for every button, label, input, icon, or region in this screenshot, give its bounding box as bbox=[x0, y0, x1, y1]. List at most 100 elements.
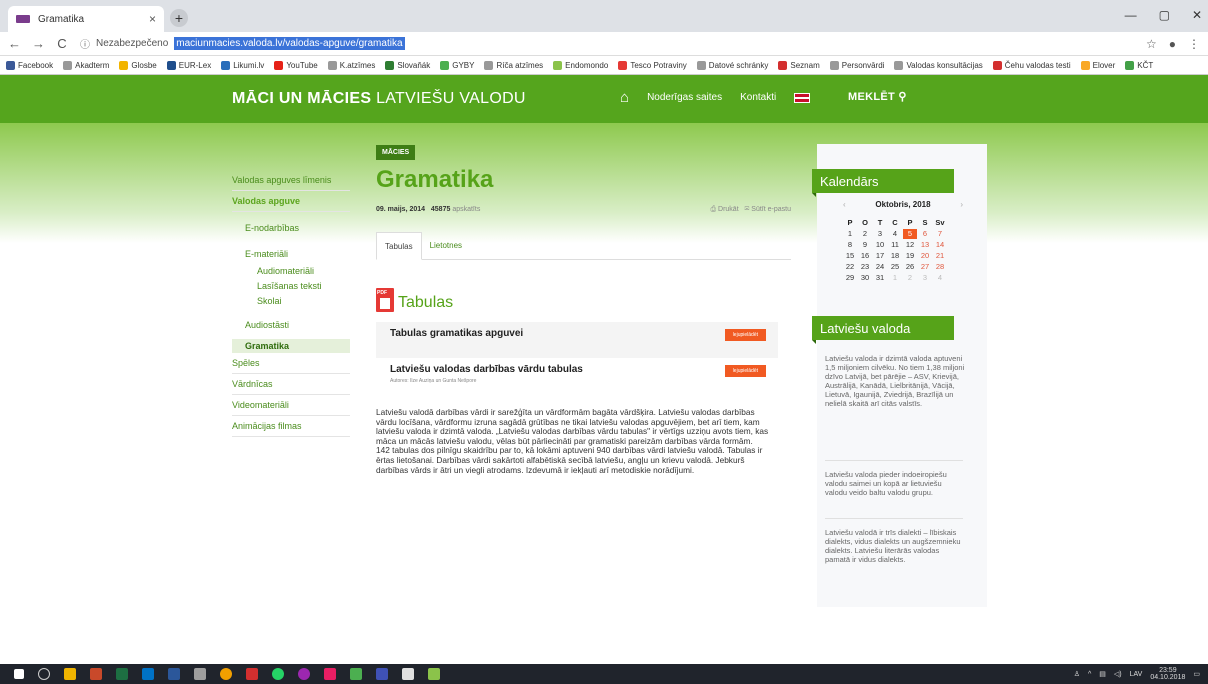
calendar-day[interactable]: 27 bbox=[918, 262, 932, 272]
account-icon[interactable]: ● bbox=[1169, 37, 1176, 51]
nav-e-materials[interactable]: E-materiāli bbox=[232, 244, 350, 264]
bookmark-item[interactable]: Slovaňák bbox=[385, 60, 430, 70]
word-icon[interactable] bbox=[168, 668, 180, 680]
calendar-day[interactable]: 5 bbox=[903, 229, 917, 239]
calendar-day[interactable]: 15 bbox=[843, 251, 857, 261]
language-indicator[interactable]: LAV bbox=[1130, 671, 1143, 678]
mail-icon[interactable]: ✉ bbox=[745, 206, 750, 213]
calendar-day[interactable]: 12 bbox=[903, 240, 917, 250]
calendar-day[interactable]: 17 bbox=[873, 251, 887, 261]
bookmark-star-icon[interactable]: ☆ bbox=[1146, 37, 1157, 51]
calendar-day[interactable]: 6 bbox=[918, 229, 932, 239]
nav-level[interactable]: Valodas apguves līmenis bbox=[232, 170, 350, 191]
nav-audio-stories[interactable]: Audiostāsti bbox=[232, 315, 350, 335]
calendar-day[interactable]: 19 bbox=[903, 251, 917, 261]
reload-icon[interactable]: C bbox=[56, 36, 68, 51]
bookmark-item[interactable]: K.atzīmes bbox=[327, 60, 375, 70]
calendar-day[interactable]: 2 bbox=[858, 229, 872, 239]
calendar-day[interactable]: 10 bbox=[873, 240, 887, 250]
search-button[interactable]: MEKLĒT ⚲ bbox=[848, 90, 907, 103]
calendar-day[interactable]: 3 bbox=[873, 229, 887, 239]
nav-language-learning[interactable]: Valodas apguve bbox=[232, 191, 350, 212]
app-icon[interactable] bbox=[376, 668, 388, 680]
nav-games[interactable]: Spēles bbox=[232, 353, 350, 374]
tab-close-icon[interactable]: × bbox=[149, 12, 156, 26]
close-window-icon[interactable]: ✕ bbox=[1192, 8, 1202, 22]
new-tab-button[interactable]: + bbox=[170, 9, 188, 27]
tab-tables[interactable]: Tabulas bbox=[376, 232, 422, 260]
excel-icon[interactable] bbox=[116, 668, 128, 680]
calendar-day[interactable]: 14 bbox=[933, 240, 947, 250]
calculator-icon[interactable] bbox=[194, 668, 206, 680]
bookmark-item[interactable]: KČT bbox=[1125, 60, 1153, 70]
restore-icon[interactable]: ▢ bbox=[1159, 8, 1170, 22]
print-icon[interactable]: ⎙ bbox=[710, 206, 716, 213]
calendar-day[interactable]: 22 bbox=[843, 262, 857, 272]
calendar-day[interactable]: 30 bbox=[858, 273, 872, 283]
nav-reading-texts[interactable]: Lasīšanas teksti bbox=[232, 279, 350, 294]
download-button[interactable]: lejupielādēt bbox=[724, 365, 766, 377]
volume-icon[interactable]: ◁) bbox=[1114, 670, 1122, 678]
calendar-day[interactable]: 2 bbox=[903, 273, 917, 283]
url-text[interactable]: maciunmacies.valoda.lv/valodas-apguve/gr… bbox=[174, 37, 405, 50]
nav-animations[interactable]: Animācijas filmas bbox=[232, 416, 350, 437]
nav-grammar[interactable]: Gramatika bbox=[232, 339, 350, 353]
bookmark-item[interactable]: Čehu valodas testi bbox=[992, 60, 1071, 70]
minimize-icon[interactable]: — bbox=[1125, 8, 1137, 22]
file-icon[interactable] bbox=[402, 668, 414, 680]
search-taskbar-icon[interactable] bbox=[38, 668, 50, 680]
calendar-day[interactable]: 20 bbox=[918, 251, 932, 261]
calendar-day[interactable]: 4 bbox=[933, 273, 947, 283]
info-icon[interactable]: ⓘ bbox=[80, 36, 90, 51]
bookmark-item[interactable]: Datové schránky bbox=[696, 60, 768, 70]
bookmark-item[interactable]: Facebook bbox=[6, 60, 53, 70]
prev-month-icon[interactable]: ‹ bbox=[843, 200, 846, 209]
nav-dictionaries[interactable]: Vārdnīcas bbox=[232, 374, 350, 395]
chrome-icon[interactable] bbox=[220, 668, 232, 680]
download-button[interactable]: lejupielādēt bbox=[724, 329, 766, 341]
powerpoint-icon[interactable] bbox=[90, 668, 102, 680]
calendar-day[interactable]: 11 bbox=[888, 240, 902, 250]
calendar-day[interactable]: 4 bbox=[888, 229, 902, 239]
app-icon[interactable] bbox=[350, 668, 362, 680]
bookmark-item[interactable]: Tesco Potraviny bbox=[618, 60, 687, 70]
calendar-day[interactable]: 16 bbox=[858, 251, 872, 261]
print-link[interactable]: Drukāt bbox=[718, 206, 739, 213]
calendar-day[interactable]: 9 bbox=[858, 240, 872, 250]
outlook-icon[interactable] bbox=[142, 668, 154, 680]
site-logo[interactable]: MĀCI UN MĀCIES LATVIEŠU VALODU bbox=[232, 90, 526, 108]
bookmark-item[interactable]: Endomondo bbox=[553, 60, 608, 70]
file-explorer-icon[interactable] bbox=[64, 668, 76, 680]
bookmark-item[interactable]: Seznam bbox=[778, 60, 820, 70]
people-icon[interactable]: ♙ bbox=[1074, 670, 1080, 678]
bookmark-item[interactable]: YouTube bbox=[274, 60, 318, 70]
category-badge[interactable]: MĀCIES bbox=[376, 145, 416, 160]
notifications-icon[interactable]: ▭ bbox=[1193, 670, 1200, 678]
browser-menu-icon[interactable]: ⋮ bbox=[1188, 37, 1200, 51]
clock[interactable]: 23:59 04.10.2018 bbox=[1150, 667, 1185, 681]
calendar-day[interactable]: 1 bbox=[843, 229, 857, 239]
insecure-label[interactable]: Nezabezpečeno bbox=[96, 38, 168, 49]
calendar-day[interactable]: 29 bbox=[843, 273, 857, 283]
app-icon[interactable] bbox=[428, 668, 440, 680]
browser-tab[interactable]: Gramatika × bbox=[8, 6, 164, 32]
tray-expand-icon[interactable]: ^ bbox=[1088, 671, 1091, 678]
back-icon[interactable]: ← bbox=[8, 36, 21, 51]
tab-apps[interactable]: Lietotnes bbox=[422, 232, 470, 259]
start-icon[interactable] bbox=[14, 669, 24, 679]
bookmark-item[interactable]: Likumi.lv bbox=[221, 60, 264, 70]
forward-icon[interactable]: → bbox=[32, 36, 45, 51]
nav-audio-materials[interactable]: Audiomateriāli bbox=[232, 264, 350, 279]
bookmark-item[interactable]: EUR-Lex bbox=[166, 60, 211, 70]
calendar-day[interactable]: 25 bbox=[888, 262, 902, 272]
calendar-day[interactable]: 23 bbox=[858, 262, 872, 272]
bookmark-item[interactable]: Personvārdi bbox=[829, 60, 884, 70]
bookmark-item[interactable]: Ríča atzīmes bbox=[484, 60, 543, 70]
nav-school[interactable]: Skolai bbox=[232, 294, 350, 309]
network-icon[interactable]: ▤ bbox=[1099, 670, 1106, 678]
app-icon[interactable] bbox=[324, 668, 336, 680]
nav-e-lessons[interactable]: E-nodarbības bbox=[232, 218, 350, 238]
nav-videos[interactable]: Videomateriāli bbox=[232, 395, 350, 416]
calendar-day[interactable]: 31 bbox=[873, 273, 887, 283]
uk-flag-icon[interactable] bbox=[794, 92, 811, 103]
